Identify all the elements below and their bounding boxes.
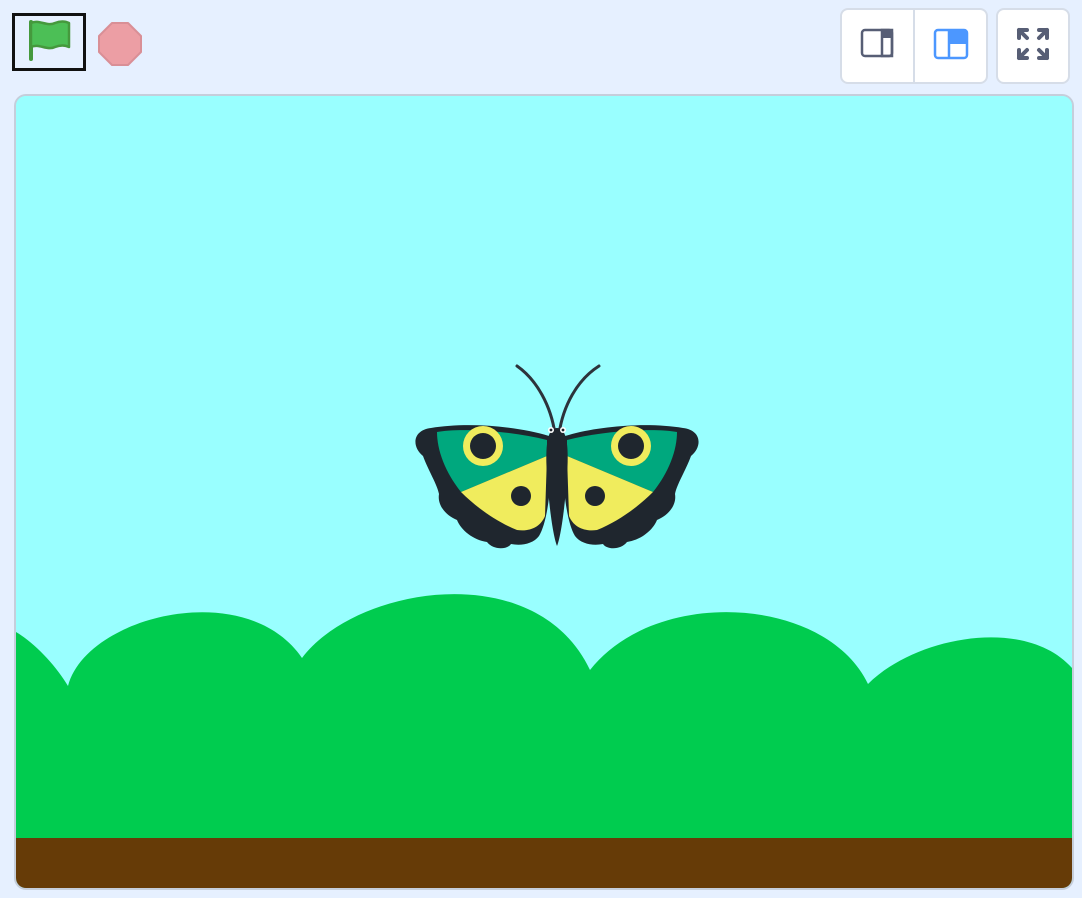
fullscreen-icon [1015,26,1051,67]
stage-header [0,0,1082,92]
green-flag-icon [25,17,73,68]
stop-sign-icon [97,21,143,72]
green-flag-button[interactable] [12,13,86,71]
stage-size-toggle [840,8,988,84]
fullscreen-button[interactable] [996,8,1070,84]
ground [16,838,1072,888]
normal-stage-button[interactable] [913,10,986,82]
normal-stage-icon [933,28,969,65]
small-stage-button[interactable] [842,10,913,82]
stage-canvas[interactable] [14,94,1074,890]
small-stage-icon [860,28,896,65]
stop-button[interactable] [96,21,144,72]
